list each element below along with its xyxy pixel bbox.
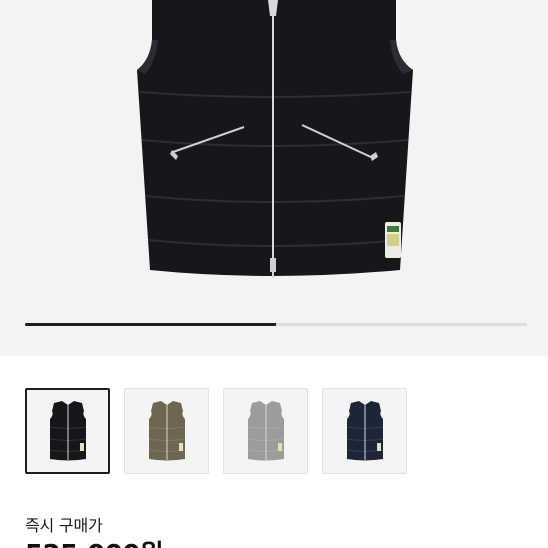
vest-icon	[148, 401, 185, 461]
vest-icon	[247, 401, 284, 461]
instant-buy-label: 즉시 구매가	[25, 516, 103, 535]
navy-vest-thumbnail[interactable]	[322, 388, 407, 474]
grey-vest-thumbnail[interactable]	[223, 388, 308, 474]
image-slider-track[interactable]	[25, 323, 527, 326]
main-vest-image	[137, 0, 413, 278]
vest-icon	[49, 401, 86, 461]
black-vest-thumbnail[interactable]	[25, 388, 110, 474]
product-image-area[interactable]	[0, 0, 548, 356]
vest-icon	[346, 401, 383, 461]
olive-vest-thumbnail[interactable]	[124, 388, 209, 474]
image-slider-progress	[25, 323, 276, 326]
price-value: 525,000원	[25, 534, 164, 548]
color-thumbnails	[25, 388, 515, 474]
